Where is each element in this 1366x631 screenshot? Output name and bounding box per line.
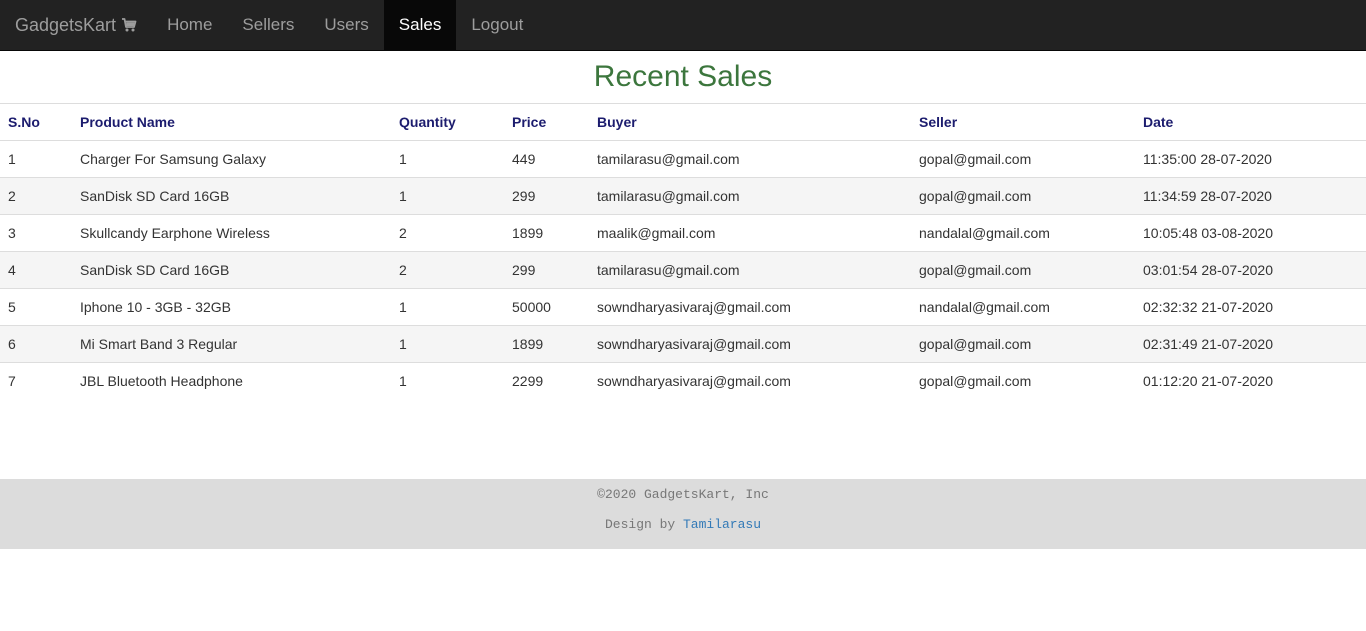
page-footer: ©2020 GadgetsKart, Inc Design by Tamilar… <box>0 479 1366 549</box>
cell-product: SanDisk SD Card 16GB <box>72 251 391 289</box>
brand-link[interactable]: GadgetsKart <box>0 0 152 50</box>
cell-buyer: tamilarasu@gmail.com <box>589 140 911 178</box>
table-row: 2 SanDisk SD Card 16GB 1 299 tamilarasu@… <box>0 177 1366 215</box>
col-header-sno: S.No <box>0 103 72 141</box>
cell-date: 02:31:49 21-07-2020 <box>1135 325 1366 363</box>
cell-price: 299 <box>504 177 589 215</box>
cell-date: 03:01:54 28-07-2020 <box>1135 251 1366 289</box>
cell-price: 1899 <box>504 214 589 252</box>
cell-sno: 2 <box>0 177 72 215</box>
nav-home[interactable]: Home <box>152 0 227 50</box>
cell-seller: gopal@gmail.com <box>911 177 1135 215</box>
table-row: 3 Skullcandy Earphone Wireless 2 1899 ma… <box>0 214 1366 252</box>
table-row: 1 Charger For Samsung Galaxy 1 449 tamil… <box>0 140 1366 178</box>
top-navbar: GadgetsKart Home Sellers Users Sales Log… <box>0 0 1366 51</box>
nav-users[interactable]: Users <box>309 0 383 50</box>
cell-date: 11:34:59 28-07-2020 <box>1135 177 1366 215</box>
cell-quantity: 1 <box>391 288 504 326</box>
table-row: 7 JBL Bluetooth Headphone 1 2299 sowndha… <box>0 362 1366 399</box>
cart-icon <box>121 17 137 33</box>
cell-quantity: 2 <box>391 251 504 289</box>
nav-sellers[interactable]: Sellers <box>227 0 309 50</box>
cell-product: JBL Bluetooth Headphone <box>72 362 391 399</box>
cell-price: 2299 <box>504 362 589 399</box>
col-header-seller: Seller <box>911 103 1135 141</box>
cell-quantity: 1 <box>391 325 504 363</box>
cell-sno: 7 <box>0 362 72 399</box>
table-row: 5 Iphone 10 - 3GB - 32GB 1 50000 sowndha… <box>0 288 1366 326</box>
footer-credit: Design by Tamilarasu <box>0 509 1366 532</box>
table-header-row: S.No Product Name Quantity Price Buyer S… <box>0 103 1366 141</box>
cell-product: Mi Smart Band 3 Regular <box>72 325 391 363</box>
table-row: 4 SanDisk SD Card 16GB 2 299 tamilarasu@… <box>0 251 1366 289</box>
cell-seller: nandalal@gmail.com <box>911 288 1135 326</box>
cell-sno: 3 <box>0 214 72 252</box>
col-header-product: Product Name <box>72 103 391 141</box>
cell-sno: 1 <box>0 140 72 178</box>
cell-date: 10:05:48 03-08-2020 <box>1135 214 1366 252</box>
cell-product: Charger For Samsung Galaxy <box>72 140 391 178</box>
cell-sno: 5 <box>0 288 72 326</box>
cell-product: Iphone 10 - 3GB - 32GB <box>72 288 391 326</box>
cell-quantity: 1 <box>391 362 504 399</box>
cell-buyer: tamilarasu@gmail.com <box>589 177 911 215</box>
brand-name: GadgetsKart <box>15 14 117 35</box>
cell-sno: 4 <box>0 251 72 289</box>
cell-product: SanDisk SD Card 16GB <box>72 177 391 215</box>
footer-credit-prefix: Design by <box>604 517 683 532</box>
page-title: Recent Sales <box>593 60 773 93</box>
col-header-buyer: Buyer <box>589 103 911 141</box>
cell-seller: gopal@gmail.com <box>911 140 1135 178</box>
cell-quantity: 2 <box>391 214 504 252</box>
cell-seller: gopal@gmail.com <box>911 325 1135 363</box>
cell-sno: 6 <box>0 325 72 363</box>
cell-buyer: sowndharyasivaraj@gmail.com <box>589 362 911 399</box>
nav-sales[interactable]: Sales <box>383 0 457 50</box>
cell-buyer: maalik@gmail.com <box>589 214 911 252</box>
cell-date: 01:12:20 21-07-2020 <box>1135 362 1366 399</box>
cell-product: Skullcandy Earphone Wireless <box>72 214 391 252</box>
cell-quantity: 1 <box>391 140 504 178</box>
cell-price: 50000 <box>504 288 589 326</box>
cell-buyer: sowndharyasivaraj@gmail.com <box>589 325 911 363</box>
col-header-price: Price <box>504 103 589 141</box>
col-header-quantity: Quantity <box>391 103 504 141</box>
footer-copyright: ©2020 GadgetsKart, Inc <box>597 487 769 502</box>
cell-quantity: 1 <box>391 177 504 215</box>
cell-date: 02:32:32 21-07-2020 <box>1135 288 1366 326</box>
cell-seller: nandalal@gmail.com <box>911 214 1135 252</box>
cell-price: 299 <box>504 251 589 289</box>
cell-date: 11:35:00 28-07-2020 <box>1135 140 1366 178</box>
sales-table: S.No Product Name Quantity Price Buyer S… <box>0 103 1366 399</box>
cell-seller: gopal@gmail.com <box>911 251 1135 289</box>
table-row: 6 Mi Smart Band 3 Regular 1 1899 sowndha… <box>0 325 1366 363</box>
cell-price: 1899 <box>504 325 589 363</box>
col-header-date: Date <box>1135 103 1366 141</box>
nav-logout[interactable]: Logout <box>456 0 538 50</box>
designer-link[interactable]: Tamilarasu <box>683 517 761 532</box>
cell-buyer: sowndharyasivaraj@gmail.com <box>589 288 911 326</box>
cell-seller: gopal@gmail.com <box>911 362 1135 399</box>
cell-price: 449 <box>504 140 589 178</box>
cell-buyer: tamilarasu@gmail.com <box>589 251 911 289</box>
